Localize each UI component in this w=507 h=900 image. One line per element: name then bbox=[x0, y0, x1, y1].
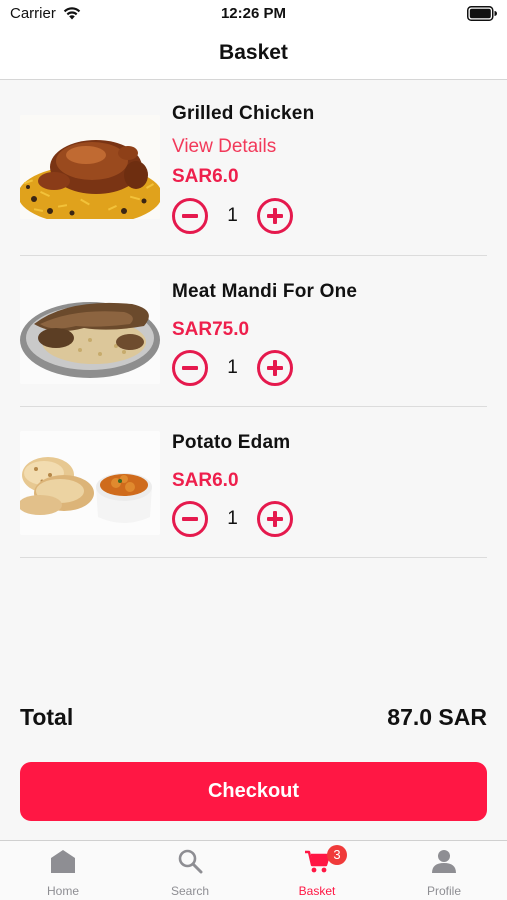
tab-home[interactable]: Home bbox=[0, 841, 126, 900]
tab-bar: Home Search 3 Basket Profile bbox=[0, 840, 507, 900]
quantity-value: 1 bbox=[227, 508, 238, 529]
tab-basket[interactable]: 3 Basket bbox=[254, 841, 380, 900]
item-price: SAR6.0 bbox=[172, 470, 239, 491]
increase-quantity-button[interactable] bbox=[257, 198, 293, 234]
quantity-stepper: 1 bbox=[172, 350, 294, 386]
grilled-chicken-image[interactable] bbox=[20, 115, 160, 219]
item-price: SAR6.0 bbox=[172, 166, 239, 187]
quantity-stepper: 1 bbox=[172, 198, 294, 234]
quantity-stepper: 1 bbox=[172, 501, 294, 537]
basket-item: Potato Edam SAR6.0 1 bbox=[20, 407, 487, 558]
item-name: Potato Edam bbox=[172, 432, 291, 453]
decrease-quantity-button[interactable] bbox=[172, 198, 208, 234]
cart-count-badge: 3 bbox=[327, 845, 347, 865]
total-value: 87.0 SAR bbox=[387, 704, 487, 730]
tab-label: Profile bbox=[426, 884, 461, 898]
search-icon bbox=[178, 849, 203, 874]
increase-quantity-button[interactable] bbox=[257, 501, 293, 537]
cart-icon bbox=[305, 850, 330, 873]
battery-icon bbox=[467, 6, 497, 21]
item-name: Meat Mandi For One bbox=[172, 281, 358, 302]
basket-item: Meat Mandi For One SAR75.0 1 bbox=[20, 256, 487, 407]
clock: 12:26 PM bbox=[220, 5, 287, 22]
tab-profile[interactable]: Profile bbox=[381, 841, 507, 900]
decrease-quantity-button[interactable] bbox=[172, 501, 208, 537]
increase-quantity-button[interactable] bbox=[257, 350, 293, 386]
basket-item: Grilled Chicken View Details SAR6.0 1 bbox=[20, 80, 487, 256]
quantity-value: 1 bbox=[227, 357, 238, 378]
item-name: Grilled Chicken bbox=[172, 103, 315, 124]
tab-label: Search bbox=[170, 884, 210, 898]
navigation-bar: Basket bbox=[0, 30, 507, 80]
view-details-link[interactable]: View Details bbox=[172, 136, 276, 158]
tab-label: Home bbox=[46, 884, 79, 898]
quantity-value: 1 bbox=[227, 205, 238, 226]
meat-mandi-image[interactable] bbox=[20, 280, 160, 384]
status-bar: Carrier 12:26 PM bbox=[0, 0, 507, 30]
decrease-quantity-button[interactable] bbox=[172, 350, 208, 386]
basket-list: Grilled Chicken View Details SAR6.0 1 Me… bbox=[0, 80, 507, 558]
tab-search[interactable]: Search bbox=[127, 841, 253, 900]
potato-edam-image[interactable] bbox=[20, 431, 160, 535]
total-label: Total bbox=[20, 704, 74, 730]
tab-label: Basket bbox=[298, 884, 336, 898]
total-row: Total 87.0 SAR bbox=[20, 702, 487, 734]
page-title: Basket bbox=[219, 41, 288, 64]
home-icon bbox=[51, 850, 75, 873]
item-price: SAR75.0 bbox=[172, 319, 250, 340]
person-icon bbox=[432, 850, 456, 873]
checkout-button[interactable]: Checkout bbox=[20, 762, 487, 821]
